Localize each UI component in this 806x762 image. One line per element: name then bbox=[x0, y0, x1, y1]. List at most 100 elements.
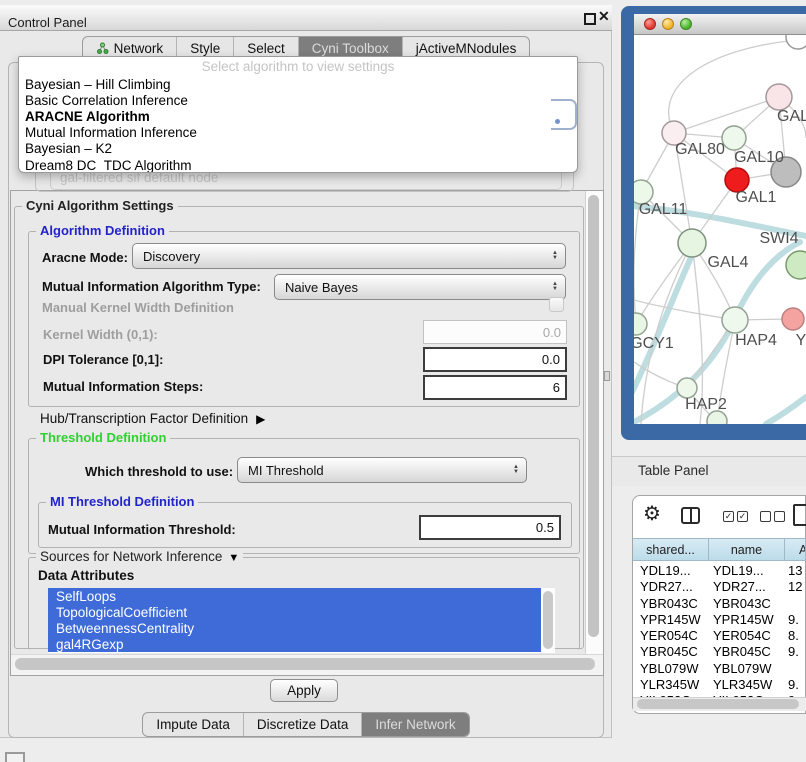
mi-steps-label: Mutual Information Steps: bbox=[43, 379, 203, 394]
table-row[interactable]: YDR27...YDR27...12 bbox=[633, 578, 806, 594]
table-horizontal-scrollbar-thumb[interactable] bbox=[637, 699, 799, 709]
cell: YDL19... bbox=[640, 563, 691, 578]
attribute-item-selfloops[interactable]: SelfLoops bbox=[48, 588, 555, 604]
cell: 8. bbox=[788, 628, 799, 643]
table-row[interactable]: YDL19...YDL19...13 bbox=[633, 562, 806, 578]
select-all-icon[interactable]: ✓ bbox=[737, 511, 748, 522]
combo-focus-fragment bbox=[551, 99, 577, 130]
network-edge[interactable] bbox=[636, 243, 692, 324]
tab-infer-network[interactable]: Infer Network bbox=[361, 713, 468, 736]
network-node-unlabeled[interactable] bbox=[786, 35, 806, 49]
mi-threshold-group-title: MI Threshold Definition bbox=[46, 494, 198, 509]
which-threshold-value: MI Threshold bbox=[248, 463, 324, 478]
cell: YER054C bbox=[713, 628, 771, 643]
hub-definition-toggle[interactable]: Hub/Transcription Factor Definition ▶ bbox=[40, 411, 265, 426]
float-window-icon[interactable] bbox=[584, 13, 596, 25]
tab-label: Style bbox=[190, 41, 220, 56]
bottom-left-button-fragment[interactable] bbox=[5, 752, 25, 762]
tab-discretize-data[interactable]: Discretize Data bbox=[243, 713, 362, 736]
network-window-titlebar[interactable] bbox=[634, 14, 806, 35]
tab-label: Discretize Data bbox=[257, 717, 349, 732]
node-label-gal10: GAL10 bbox=[734, 149, 784, 166]
select-all-icon[interactable]: ✓ bbox=[723, 511, 734, 522]
deselect-all-icon[interactable] bbox=[774, 511, 785, 522]
table-row[interactable]: YER054CYER054C8. bbox=[633, 627, 806, 643]
network-node-y[interactable] bbox=[782, 308, 804, 330]
network-edge[interactable] bbox=[674, 97, 779, 133]
mi-algorithm-type-select[interactable]: Naive Bayes ▲▼ bbox=[274, 274, 566, 300]
network-canvas[interactable]: GALGAL80GAL10GAL1GAL11GAL4SWI4GCY1HAP4YH… bbox=[634, 35, 806, 424]
algorithm-option-mutual-information-inference[interactable]: Mutual Information Inference bbox=[19, 125, 577, 141]
attribute-item-topologicalcoefficient[interactable]: TopologicalCoefficient bbox=[48, 604, 555, 620]
tab-label: Impute Data bbox=[156, 717, 230, 732]
data-attributes-label: Data Attributes bbox=[38, 568, 134, 583]
cell: YPR145W bbox=[640, 612, 701, 627]
close-icon[interactable]: ✕ bbox=[598, 9, 610, 23]
network-node-gcy1[interactable] bbox=[634, 313, 647, 335]
collapse-arrow-icon[interactable]: ▼ bbox=[228, 552, 239, 564]
gear-icon[interactable]: ⚙ bbox=[643, 503, 661, 525]
mi-threshold-field[interactable]: 0.5 bbox=[419, 515, 561, 540]
screen: Control Panel ✕ NetworkStyleSelectCyni T… bbox=[0, 0, 806, 762]
kernel-width-field[interactable]: 0.0 bbox=[423, 320, 567, 344]
attribute-item-betweennesscentrality[interactable]: BetweennessCentrality bbox=[48, 620, 555, 636]
network-edge-thick[interactable] bbox=[766, 397, 806, 424]
manual-kernel-width-checkbox[interactable] bbox=[549, 297, 564, 312]
network-graph[interactable]: GALGAL80GAL10GAL1GAL11GAL4SWI4GCY1HAP4YH… bbox=[634, 35, 806, 424]
columns-icon[interactable] bbox=[681, 507, 700, 524]
mi-algorithm-type-label: Mutual Information Algorithm Type: bbox=[42, 279, 261, 294]
network-node-gal4[interactable] bbox=[678, 229, 706, 257]
zoom-traffic-light-icon[interactable] bbox=[680, 18, 692, 30]
bottom-tab-row: Impute Data Discretize Data Infer Network bbox=[0, 712, 612, 737]
column-header-a[interactable]: A bbox=[785, 539, 806, 560]
close-traffic-light-icon[interactable] bbox=[644, 18, 656, 30]
algorithm-option-basic-correlation-inference[interactable]: Basic Correlation Inference bbox=[19, 92, 577, 108]
minimize-traffic-light-icon[interactable] bbox=[662, 18, 674, 30]
deselect-all-icon[interactable] bbox=[760, 511, 771, 522]
cell: YPR145W bbox=[713, 612, 774, 627]
table-row[interactable]: YBL079WYBL079W bbox=[633, 660, 806, 676]
algorithm-option-dream8-dc-tdc-algorithm[interactable]: Dream8 DC_TDC Algorithm bbox=[19, 157, 577, 173]
attribute-item-gal4rgexp[interactable]: gal4RGexp bbox=[48, 636, 555, 652]
data-attributes-list[interactable]: SelfLoopsTopologicalCoefficientBetweenne… bbox=[48, 588, 555, 653]
table-row[interactable]: YBR043CYBR043C bbox=[633, 595, 806, 611]
table-row[interactable]: YLR345WYLR345W9. bbox=[633, 676, 806, 692]
node-label-gal11: GAL11 bbox=[639, 201, 688, 218]
attributes-scrollbar-thumb[interactable] bbox=[543, 591, 553, 649]
horizontal-scrollbar-thumb[interactable] bbox=[15, 658, 595, 670]
table-panel-title: Table Panel bbox=[638, 463, 709, 478]
algorithm-option-aracne-algorithm[interactable]: ARACNE Algorithm bbox=[19, 108, 577, 124]
aracne-mode-label: Aracne Mode: bbox=[42, 250, 128, 265]
table-row[interactable]: YBR045CYBR045C9. bbox=[633, 643, 806, 659]
expand-arrow-icon[interactable]: ▶ bbox=[256, 412, 265, 426]
node-label-gal4: GAL4 bbox=[708, 254, 749, 271]
cell: 9. bbox=[788, 644, 799, 659]
document-icon[interactable] bbox=[793, 504, 806, 526]
algorithm-definition-title: Algorithm Definition bbox=[36, 223, 169, 238]
cell: 13 bbox=[788, 563, 802, 578]
network-node-gal10[interactable] bbox=[722, 126, 746, 150]
apply-button[interactable]: Apply bbox=[270, 679, 338, 702]
sources-title-toggle[interactable]: Sources for Network Inference▼ bbox=[36, 549, 243, 564]
network-node-hap4[interactable] bbox=[722, 307, 748, 333]
hub-definition-label: Hub/Transcription Factor Definition bbox=[40, 411, 248, 426]
mi-steps-field[interactable]: 6 bbox=[423, 375, 567, 400]
splitter-handle-icon[interactable] bbox=[604, 371, 610, 381]
network-node-swi4[interactable] bbox=[786, 251, 806, 279]
network-node-gal[interactable] bbox=[766, 84, 792, 110]
tab-impute-data[interactable]: Impute Data bbox=[143, 713, 243, 736]
algorithm-option-bayesian-hill-climbing[interactable]: Bayesian – Hill Climbing bbox=[19, 76, 577, 92]
network-node-hap2[interactable] bbox=[677, 378, 697, 398]
table-row[interactable]: YPR145WYPR145W9. bbox=[633, 611, 806, 627]
which-threshold-select[interactable]: MI Threshold ▲▼ bbox=[237, 457, 527, 483]
cell: YDR27... bbox=[640, 579, 693, 594]
column-header-name[interactable]: name bbox=[709, 539, 785, 560]
aracne-mode-select[interactable]: Discovery ▲▼ bbox=[132, 243, 566, 269]
kernel-width-value: 0.0 bbox=[543, 325, 561, 340]
dpi-tolerance-field[interactable]: 0.0 bbox=[423, 347, 567, 372]
algorithm-option-bayesian-k2[interactable]: Bayesian – K2 bbox=[19, 141, 577, 157]
vertical-scrollbar-thumb[interactable] bbox=[588, 195, 599, 637]
algorithm-dropdown-list: Bayesian – Hill ClimbingBasic Correlatio… bbox=[19, 76, 577, 173]
cyni-algorithm-settings-title: Cyni Algorithm Settings bbox=[22, 198, 178, 213]
column-header-shared[interactable]: shared... bbox=[633, 539, 709, 560]
